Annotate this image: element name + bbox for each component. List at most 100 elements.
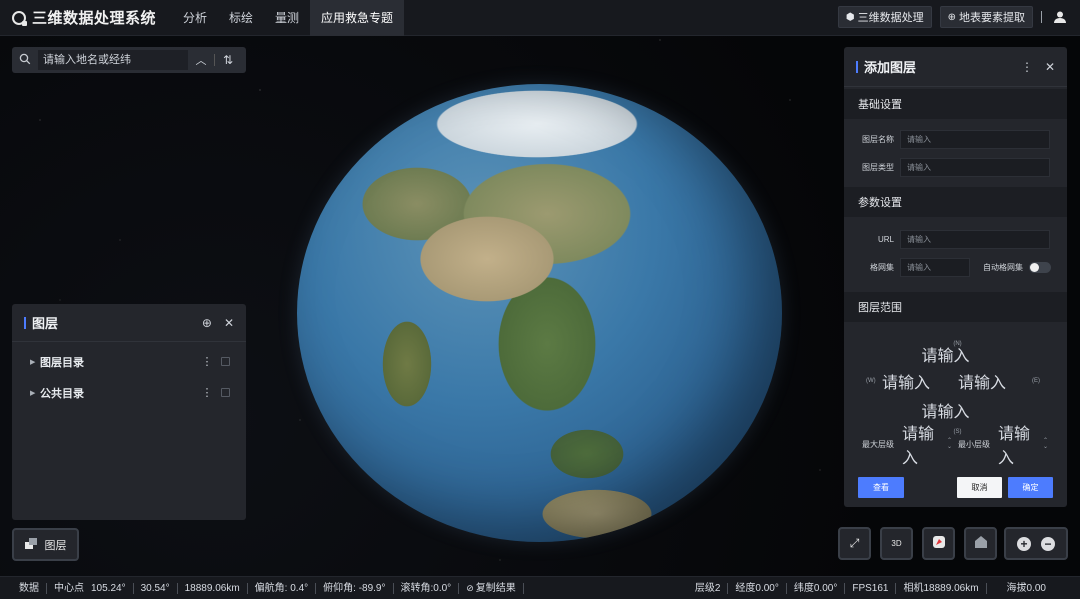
auto-grid-label: 自动格网集 xyxy=(983,262,1023,272)
user-icon[interactable] xyxy=(1050,7,1070,27)
main-nav: 分析 标绘 量测 应用救急专题 xyxy=(172,0,405,36)
3d-data-processing-button[interactable]: ⬢ 三维数据处理 xyxy=(837,6,932,28)
layers-icon xyxy=(24,537,38,552)
nav-emergency-topic[interactable]: 应用救急专题 xyxy=(310,0,405,36)
section-extent: 图层范围 xyxy=(844,292,1067,322)
compass-icon xyxy=(932,535,946,552)
layer-name-input[interactable]: 请输入 xyxy=(900,129,1050,149)
layers-toggle-button[interactable]: 图层 xyxy=(12,528,79,561)
add-circle-icon[interactable]: ⊕ xyxy=(202,316,212,330)
nav-plot[interactable]: 标绘 xyxy=(218,0,264,36)
west-east-row: (W) 请输入 请输入 (E) xyxy=(844,370,1067,392)
nav-measure[interactable]: 量测 xyxy=(264,0,310,36)
field-url: URL 请输入 xyxy=(844,225,1067,253)
status-center-label: 中心点 xyxy=(54,582,84,594)
max-level-placeholder: 请输入 xyxy=(902,426,935,467)
south-row: 请输入 xyxy=(844,398,1067,421)
more-vertical-icon[interactable]: ⋮ xyxy=(1021,60,1033,74)
min-level-label: 最小层级 xyxy=(958,439,990,449)
surface-feature-extraction-label: 地表要素提取 xyxy=(959,12,1025,24)
status-distance: 18889.06km xyxy=(178,582,248,594)
north-label-row: (N) xyxy=(844,332,1067,347)
top-right-tools: ⬢ 三维数据处理 ⊕ 地表要素提取 xyxy=(837,6,1070,28)
zoom-out-icon[interactable]: − xyxy=(1041,536,1055,551)
caret-right-icon[interactable]: ▶ xyxy=(30,358,40,366)
field-label: URL xyxy=(877,234,894,244)
layers-toggle-label: 图层 xyxy=(44,539,67,552)
caret-right-icon[interactable]: ▶ xyxy=(30,389,40,397)
add-layer-title: 添加图层 xyxy=(864,60,917,75)
status-roll: 滚转角:0.0° xyxy=(394,582,460,594)
tree-item-label: 公共目录 xyxy=(40,387,84,400)
cancel-button[interactable]: 取消 xyxy=(957,477,1002,498)
add-layer-panel: 添加图层 ⋮ ✕ 基础设置 图层名称 请输入 图层类型 请输入 参数设置 URL… xyxy=(844,47,1067,507)
status-lon: 经度0.00° xyxy=(728,582,787,594)
status-center-lat: 30.54° xyxy=(134,582,178,594)
tree-item-layer-catalog[interactable]: ▶ 图层目录 ⋮ xyxy=(12,346,246,377)
layer-checkbox[interactable] xyxy=(221,357,230,366)
view-button[interactable]: 查看 xyxy=(858,477,904,498)
status-pitch: 俯仰角: -89.9° xyxy=(316,582,394,594)
status-data: 数据 xyxy=(0,582,47,594)
auto-grid-toggle[interactable] xyxy=(1029,261,1051,273)
field-label: 图层名称 xyxy=(862,134,894,144)
fullscreen-button[interactable]: ⤢ xyxy=(838,527,871,560)
surface-feature-extraction-button[interactable]: ⊕ 地表要素提取 xyxy=(939,6,1033,28)
route-icon[interactable]: ⇅ xyxy=(215,53,241,67)
field-grid-set: 格网集 请输入 自动格网集 xyxy=(844,253,1067,281)
accent-bar xyxy=(856,60,858,73)
action-buttons: 查看 取消 确定 xyxy=(844,477,1067,498)
section-params: 参数设置 xyxy=(844,187,1067,217)
west-input[interactable]: 请输入 xyxy=(882,369,950,393)
stepper-arrows-icon[interactable]: ⌃ ⌄ xyxy=(947,438,952,450)
app-root: 三维数据处理系统 分析 标绘 量测 应用救急专题 ⬢ 三维数据处理 ⊕ 地表要素… xyxy=(0,0,1080,599)
copy-result-button[interactable]: ⊘ 复制结果 xyxy=(459,582,524,594)
close-icon[interactable]: ✕ xyxy=(1045,60,1055,74)
status-fps: FPS161 xyxy=(845,582,897,594)
grid-set-input[interactable]: 请输入 xyxy=(900,257,970,277)
west-label: (W) xyxy=(866,378,876,384)
earth-globe[interactable] xyxy=(297,84,782,542)
east-label: (E) xyxy=(1032,378,1040,384)
tree-item-public-catalog[interactable]: ▶ 公共目录 ⋮ xyxy=(12,377,246,408)
3d-data-processing-label: 三维数据处理 xyxy=(857,12,924,24)
app-logo-icon xyxy=(12,10,27,26)
layer-type-input[interactable]: 请输入 xyxy=(900,157,1050,177)
globe-grid-icon: ⊕ xyxy=(947,11,956,23)
max-level-stepper[interactable]: 请输入 ⌃ ⌄ xyxy=(902,420,952,468)
confirm-button[interactable]: 确定 xyxy=(1008,477,1053,498)
south-label: (S) xyxy=(953,429,962,435)
field-label: 格网集 xyxy=(870,262,894,272)
view-mode-3d-button[interactable]: 3D xyxy=(880,527,913,560)
divider xyxy=(1041,11,1042,23)
min-level-stepper[interactable]: 请输入 ⌃ ⌄ xyxy=(998,420,1048,468)
copy-result-label: 复制结果 xyxy=(475,582,516,594)
more-vertical-icon[interactable]: ⋮ xyxy=(199,386,215,399)
zoom-controls: + − xyxy=(1004,527,1068,560)
south-input[interactable]: 请输入 xyxy=(922,398,996,421)
layer-checkbox[interactable] xyxy=(221,388,230,397)
stepper-arrows-icon[interactable]: ⌃ ⌄ xyxy=(1043,438,1048,450)
east-input[interactable]: 请输入 xyxy=(958,369,1026,393)
status-altitude: 海拔0.00 xyxy=(1006,582,1046,594)
app-title: 三维数据处理系统 xyxy=(32,10,157,27)
compass-button[interactable] xyxy=(922,527,955,560)
level-row: 最大层级 请输入 ⌃ ⌄ 最小层级 请输入 ⌃ ⌄ xyxy=(844,426,1067,467)
url-input[interactable]: 请输入 xyxy=(900,229,1050,249)
more-vertical-icon[interactable]: ⋮ xyxy=(199,355,215,368)
search-input[interactable] xyxy=(38,50,188,70)
status-level: 层级2 xyxy=(688,582,729,594)
top-bar: 三维数据处理系统 分析 标绘 量测 应用救急专题 ⬢ 三维数据处理 ⊕ 地表要素… xyxy=(0,0,1080,36)
section-basic: 基础设置 xyxy=(844,89,1067,119)
home-button[interactable] xyxy=(964,527,997,560)
chevron-up-icon[interactable]: ︿ xyxy=(188,52,214,68)
north-input[interactable]: 请输入 xyxy=(922,342,996,365)
tree-item-label: 图层目录 xyxy=(40,356,84,369)
field-layer-type: 图层类型 请输入 xyxy=(844,153,1067,181)
nav-analysis[interactable]: 分析 xyxy=(172,0,218,36)
status-center-lon: 105.24° xyxy=(91,582,134,594)
layers-panel-title: 图层 xyxy=(32,316,59,331)
zoom-in-icon[interactable]: + xyxy=(1017,536,1031,551)
min-level-placeholder: 请输入 xyxy=(998,426,1031,467)
close-icon[interactable]: ✕ xyxy=(224,316,234,330)
